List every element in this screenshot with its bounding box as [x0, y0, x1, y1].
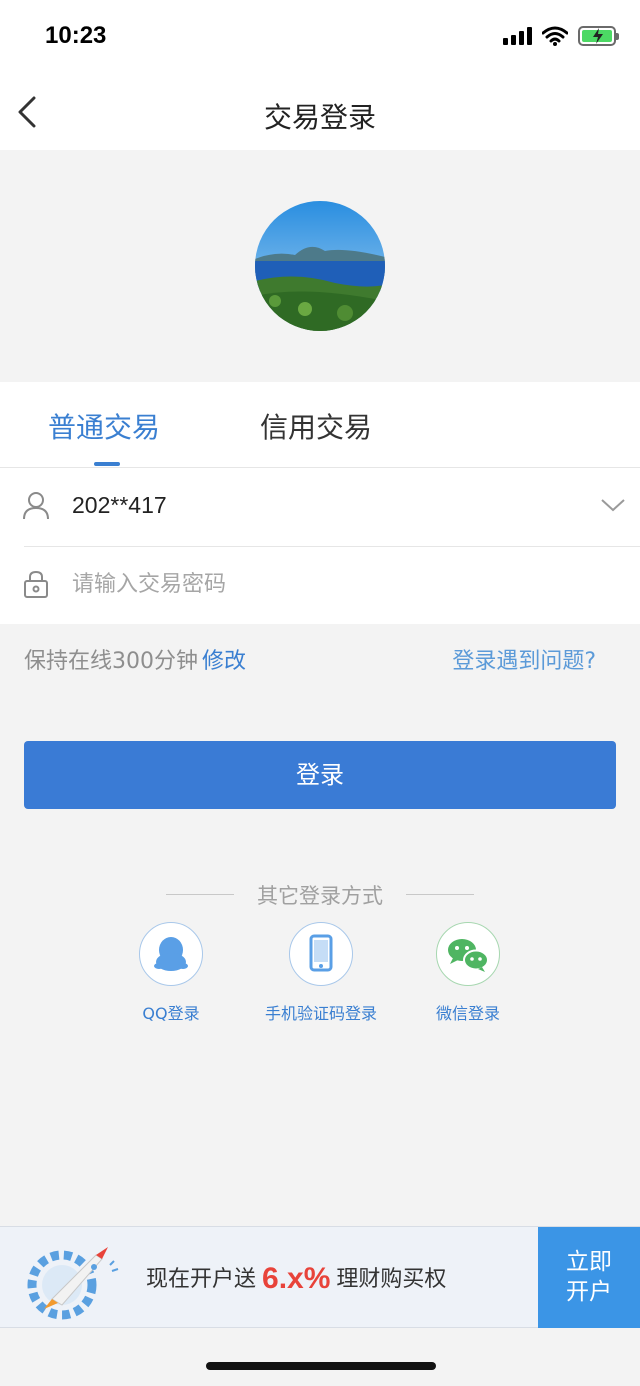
chevron-down-icon[interactable]	[600, 494, 626, 516]
banner-text: 现在开户送 6.x% 理财购买权	[146, 1261, 446, 1296]
signal-icon	[503, 27, 532, 45]
wifi-icon	[542, 26, 568, 46]
banner-highlight: 6.x%	[262, 1262, 331, 1295]
qq-login-circle[interactable]	[139, 922, 203, 986]
keep-online-label: 保持在线300分钟	[24, 649, 198, 674]
banner-text-before: 现在开户送	[146, 1267, 257, 1292]
login-form: 202**417	[0, 468, 640, 624]
tab-credit-trade[interactable]: 信用交易	[260, 406, 372, 446]
password-input[interactable]	[72, 564, 592, 604]
login-button[interactable]: 登录	[24, 741, 616, 809]
sms-login-label: 手机验证码登录	[264, 1004, 377, 1023]
account-field[interactable]: 202**417	[72, 492, 167, 519]
other-login-title: 其它登录方式	[257, 884, 383, 908]
modify-link[interactable]: 修改	[202, 649, 246, 674]
lock-icon	[24, 570, 48, 598]
trade-tabs: 普通交易 信用交易	[0, 382, 640, 468]
password-row	[0, 546, 640, 624]
wechat-icon	[448, 939, 489, 972]
nav-bar: 交易登录	[0, 76, 640, 150]
status-bar: 10:23	[0, 0, 640, 76]
open-account-line2: 开户	[566, 1279, 612, 1305]
qq-login-button[interactable]: QQ登录	[138, 922, 204, 1024]
sms-login-button[interactable]: 手机验证码登录	[256, 922, 386, 1024]
login-trouble-link[interactable]: 登录遇到问题?	[452, 643, 596, 675]
avatar-area	[0, 150, 640, 382]
user-icon	[23, 492, 49, 520]
tab-normal-trade[interactable]: 普通交易	[48, 406, 160, 446]
keep-online-text: 保持在线300分钟 修改	[24, 643, 246, 675]
home-indicator	[206, 1362, 436, 1370]
rocket-gear-icon	[27, 1247, 119, 1320]
wechat-login-label: 微信登录	[435, 1004, 500, 1023]
tab-active-indicator	[94, 462, 120, 466]
open-account-button[interactable]: 立即 开户	[538, 1227, 640, 1328]
promo-banner[interactable]: 现在开户送 6.x% 理财购买权 立即 开户	[0, 1226, 640, 1328]
wechat-login-button[interactable]: 微信登录	[428, 922, 508, 1024]
banner-text-after: 理财购买权	[336, 1267, 447, 1292]
phone-icon	[309, 934, 333, 972]
account-row[interactable]: 202**417	[0, 468, 640, 546]
battery-icon	[578, 26, 619, 46]
wechat-login-circle[interactable]	[436, 922, 500, 986]
status-icons	[503, 26, 619, 46]
open-account-line1: 立即	[566, 1249, 612, 1275]
qq-icon	[154, 937, 188, 971]
divider-right	[406, 894, 474, 895]
page-title: 交易登录	[263, 101, 376, 134]
qq-login-label: QQ登录	[142, 1004, 200, 1023]
sms-login-circle[interactable]	[289, 922, 353, 986]
avatar	[255, 201, 385, 331]
status-time: 10:23	[45, 22, 107, 49]
